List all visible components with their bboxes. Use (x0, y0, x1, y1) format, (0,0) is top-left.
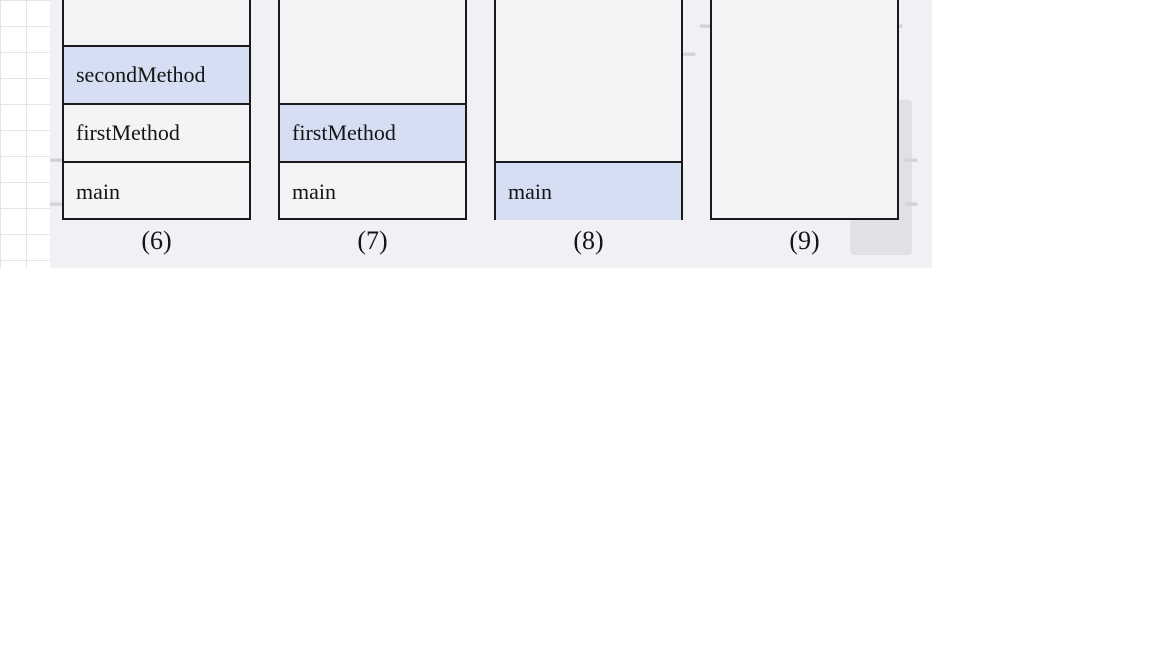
stack-6: secondMethod firstMethod main (62, 0, 251, 220)
background-grid (0, 0, 52, 268)
stack-7: firstMethod main (278, 0, 467, 220)
stack-caption-9: (9) (789, 226, 820, 255)
stack-frame-main: main (496, 161, 681, 220)
stack-frame-secondMethod: secondMethod (64, 45, 249, 103)
stack-8: main (494, 0, 683, 220)
stack-caption-7: (7) (357, 226, 388, 255)
stack-frame-main: main (64, 161, 249, 220)
call-stack-figure: ━ ━ ━ ━ ━ ━ ━ ━ ━ ━ ━ ━ ━ ━ ━ ━ ━ ━ ━ ━ … (50, 0, 932, 268)
stack-9 (710, 0, 899, 220)
stack-caption-8: (8) (573, 226, 604, 255)
stack-frame-firstMethod: firstMethod (280, 103, 465, 161)
stack-frame-firstMethod: firstMethod (64, 103, 249, 161)
stack-frame-main: main (280, 161, 465, 220)
stack-caption-6: (6) (141, 226, 172, 255)
